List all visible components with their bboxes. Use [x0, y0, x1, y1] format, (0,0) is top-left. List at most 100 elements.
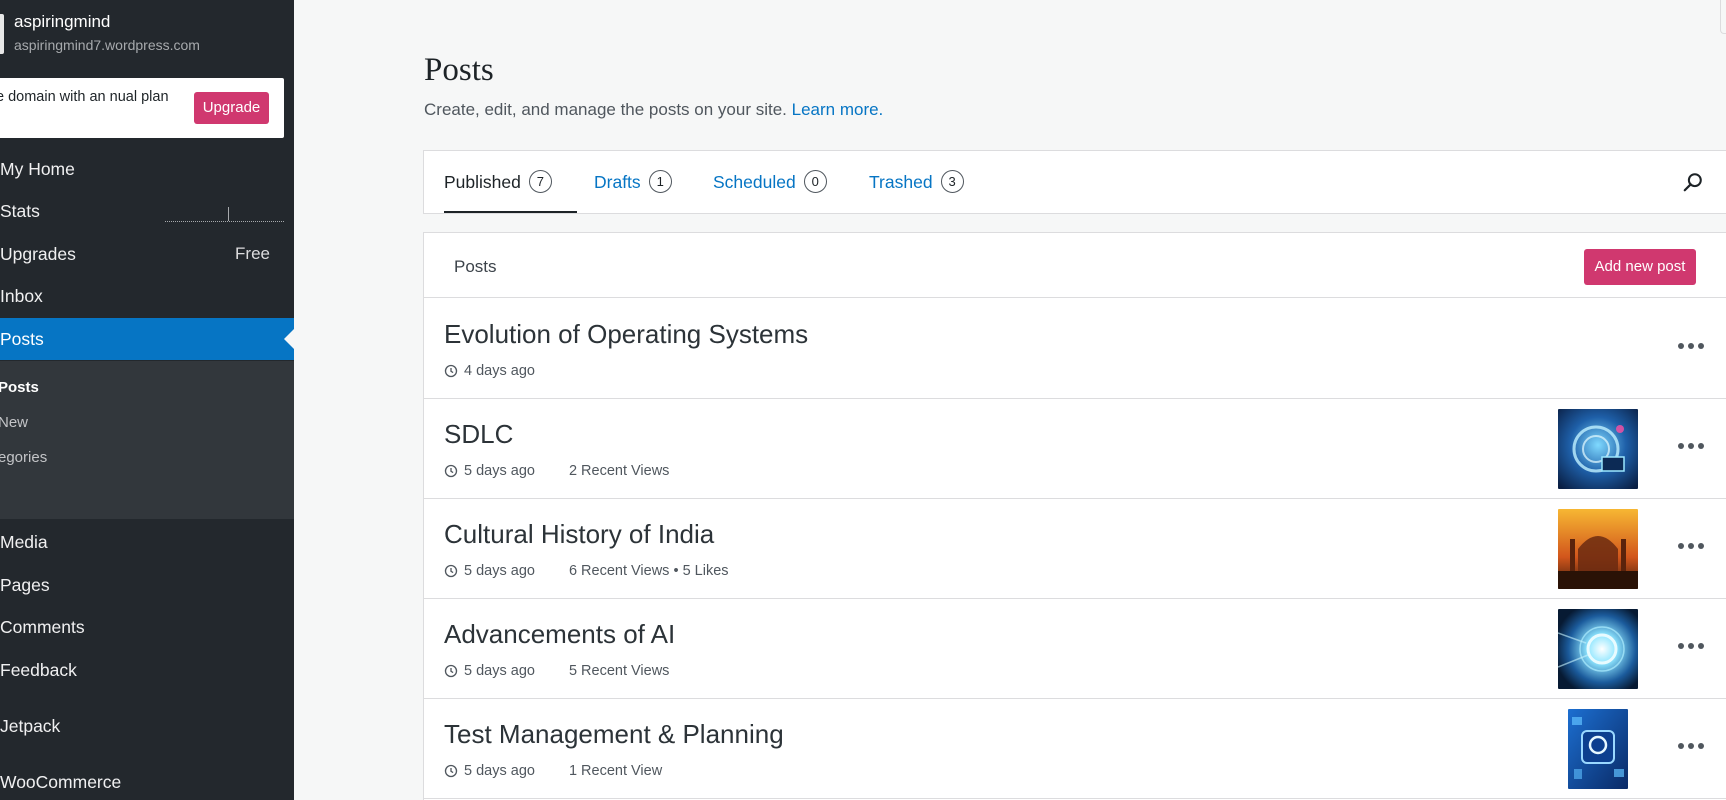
post-thumbnail[interactable] — [1568, 709, 1628, 789]
post-title[interactable]: Cultural History of India — [444, 519, 714, 550]
page-title: Posts — [424, 52, 494, 88]
sidebar-item-woocommerce[interactable]: WooCommerce — [0, 761, 294, 800]
tab-label: Scheduled — [713, 172, 796, 192]
upgrade-banner-text: e domain with an nual plan — [0, 89, 169, 105]
sidebar-item-label: Media — [0, 532, 48, 552]
sidebar-item-my-home[interactable]: My Home — [0, 148, 294, 190]
tab-published[interactable]: Published 7 — [444, 151, 577, 213]
sidebar-item-label: Comments — [0, 617, 85, 637]
more-options-icon[interactable] — [1678, 743, 1706, 751]
post-date: 5 days ago — [464, 463, 535, 479]
site-name: aspiringmind — [14, 12, 111, 31]
sidebar-item-posts[interactable]: Posts — [0, 318, 294, 360]
plan-badge: Free — [235, 244, 270, 263]
post-row[interactable]: Advancements of AI 5 days ago 5 Recent V… — [424, 599, 1726, 699]
post-thumbnail[interactable] — [1558, 409, 1638, 489]
post-thumbnail[interactable] — [1558, 509, 1638, 589]
post-title[interactable]: Advancements of AI — [444, 619, 675, 650]
sidebar-item-feedback[interactable]: Feedback — [0, 649, 294, 691]
post-date: 5 days ago — [464, 563, 535, 579]
sidebar-item-label: Feedback — [0, 660, 77, 680]
site-url: aspiringmind7.wordpress.com — [14, 37, 200, 53]
sidebar-item-comments[interactable]: Comments — [0, 606, 294, 648]
more-options-icon[interactable] — [1678, 443, 1706, 451]
post-meta: 5 days ago 5 Recent Views — [444, 663, 669, 679]
post-title[interactable]: Test Management & Planning — [444, 719, 784, 750]
sidebar-item-stats[interactable]: Stats — [0, 190, 294, 232]
add-new-post-button[interactable]: Add new post — [1584, 249, 1696, 285]
post-meta: 5 days ago 2 Recent Views — [444, 463, 669, 479]
clock-icon — [444, 364, 458, 378]
sidebar-item-label: Pages — [0, 575, 50, 595]
post-date: 4 days ago — [464, 363, 535, 379]
post-title[interactable]: SDLC — [444, 419, 513, 450]
more-options-icon[interactable] — [1678, 643, 1706, 651]
sidebar-item-label: Jetpack — [0, 716, 61, 736]
post-meta: 5 days ago 6 Recent Views • 5 Likes — [444, 563, 729, 579]
stats-sparkline-tick — [228, 207, 229, 221]
sidebar-item-pages[interactable]: Pages — [0, 564, 294, 606]
submenu-item-add-new[interactable]: New — [0, 414, 28, 431]
sidebar-item-label: Posts — [0, 329, 44, 349]
tab-count: 1 — [648, 169, 672, 193]
post-row[interactable]: SDLC 5 days ago 2 Recent Views — [424, 399, 1726, 499]
page-subtitle: Create, edit, and manage the posts on yo… — [424, 100, 883, 120]
tab-count: 7 — [528, 169, 552, 193]
tab-drafts[interactable]: Drafts 1 — [594, 151, 672, 213]
sidebar-item-upgrades[interactable]: Upgrades Free — [0, 233, 294, 275]
post-stats: 2 Recent Views — [568, 463, 670, 479]
tab-count: 3 — [940, 169, 964, 193]
post-thumbnail[interactable] — [1558, 609, 1638, 689]
upgrade-banner: e domain with an nual plan Upgrade — [0, 78, 284, 138]
post-stats: 6 Recent Views • 5 Likes — [568, 563, 729, 579]
sidebar: aspiringmind aspiringmind7.wordpress.com… — [0, 0, 294, 800]
sidebar-item-label: My Home — [0, 159, 75, 179]
submenu-item-all-posts[interactable]: Posts — [0, 379, 39, 396]
tab-scheduled[interactable]: Scheduled 0 — [713, 151, 827, 213]
tab-label: Drafts — [594, 172, 641, 192]
test-management-thumbnail-image — [1568, 709, 1628, 789]
sidebar-item-inbox[interactable]: Inbox — [0, 275, 294, 317]
post-list: Posts Add new post Evolution of Operatin… — [423, 232, 1726, 800]
post-stats: 1 Recent View — [568, 763, 663, 779]
site-switcher[interactable]: aspiringmind aspiringmind7.wordpress.com — [0, 8, 294, 58]
posts-submenu: Posts New egories — [0, 361, 294, 519]
tab-label: Published — [444, 172, 521, 192]
stats-sparkline — [165, 221, 284, 222]
tab-label: Trashed — [869, 172, 933, 192]
clock-icon — [444, 664, 458, 678]
site-icon — [0, 14, 4, 54]
post-row[interactable]: Test Management & Planning 5 days ago 1 … — [424, 699, 1726, 799]
sdlc-thumbnail-image — [1558, 409, 1638, 489]
search-icon[interactable] — [1682, 171, 1704, 193]
post-stats: 5 Recent Views — [568, 663, 670, 679]
post-date: 5 days ago — [464, 663, 535, 679]
clock-icon — [444, 464, 458, 478]
post-list-header: Posts Add new post — [424, 233, 1726, 298]
ai-thumbnail-image — [1558, 609, 1638, 689]
sidebar-item-label: Stats — [0, 201, 40, 221]
tab-trashed[interactable]: Trashed 3 — [869, 151, 964, 213]
window-edge — [1720, 0, 1726, 34]
post-row[interactable]: Cultural History of India 5 days ago 6 R… — [424, 499, 1726, 599]
clock-icon — [444, 764, 458, 778]
more-options-icon[interactable] — [1678, 343, 1706, 351]
sidebar-item-label: WooCommerce — [0, 772, 122, 792]
upgrade-button[interactable]: Upgrade — [194, 92, 269, 124]
clock-icon — [444, 564, 458, 578]
submenu-item-categories[interactable]: egories — [0, 449, 47, 466]
sidebar-item-label: Inbox — [0, 286, 43, 306]
post-meta: 5 days ago 1 Recent View — [444, 763, 662, 779]
sidebar-item-jetpack[interactable]: Jetpack — [0, 705, 294, 747]
active-indicator-arrow — [284, 329, 294, 349]
post-title[interactable]: Evolution of Operating Systems — [444, 319, 808, 350]
post-date: 5 days ago — [464, 763, 535, 779]
more-options-icon[interactable] — [1678, 543, 1706, 551]
sidebar-item-label: Upgrades — [0, 244, 76, 264]
sidebar-item-media[interactable]: Media — [0, 521, 294, 563]
learn-more-link[interactable]: Learn more. — [792, 100, 884, 119]
post-row[interactable]: Evolution of Operating Systems 4 days ag… — [424, 299, 1726, 399]
india-thumbnail-image — [1558, 509, 1638, 589]
post-meta: 4 days ago — [444, 363, 535, 379]
post-status-tabs: Published 7 Drafts 1 Scheduled 0 Trashed 3 — [423, 150, 1726, 214]
